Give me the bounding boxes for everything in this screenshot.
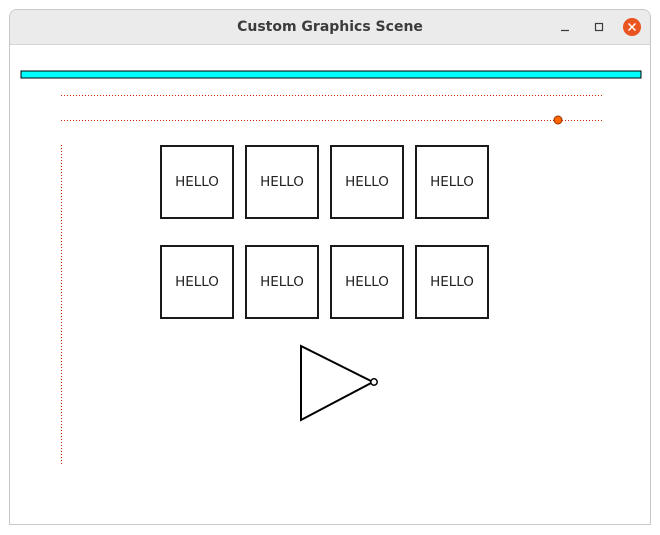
window-title: Custom Graphics Scene: [237, 19, 423, 35]
hello-box[interactable]: HELLO: [415, 145, 489, 219]
hello-box-label: HELLO: [260, 274, 304, 290]
hello-box[interactable]: HELLO: [160, 145, 234, 219]
graphics-scene: HELLO HELLO HELLO HELLO HELLO HELLO HELL…: [10, 45, 650, 524]
app-window: Custom Graphics Scene HELLO HELLO HELLO …: [9, 9, 651, 525]
not-gate-icon: [300, 344, 378, 422]
title-bar[interactable]: Custom Graphics Scene: [10, 10, 650, 45]
hello-box[interactable]: HELLO: [245, 145, 319, 219]
close-button[interactable]: [622, 17, 642, 37]
hello-box[interactable]: HELLO: [330, 245, 404, 319]
close-icon: [623, 18, 641, 36]
hello-box[interactable]: HELLO: [245, 245, 319, 319]
hello-box-label: HELLO: [345, 174, 389, 190]
hello-box-label: HELLO: [345, 274, 389, 290]
hello-box[interactable]: HELLO: [415, 245, 489, 319]
hello-box-label: HELLO: [175, 174, 219, 190]
hello-box[interactable]: HELLO: [160, 245, 234, 319]
slider-handle[interactable]: [553, 115, 563, 125]
hello-box-label: HELLO: [260, 174, 304, 190]
maximize-button[interactable]: [589, 17, 609, 37]
minimize-button[interactable]: [555, 17, 575, 37]
hello-box-label: HELLO: [430, 174, 474, 190]
hello-box[interactable]: HELLO: [330, 145, 404, 219]
minimize-icon: [561, 29, 569, 32]
progress-bar: [20, 70, 642, 79]
maximize-icon: [594, 22, 604, 32]
hello-box-label: HELLO: [430, 274, 474, 290]
hello-box-label: HELLO: [175, 274, 219, 290]
